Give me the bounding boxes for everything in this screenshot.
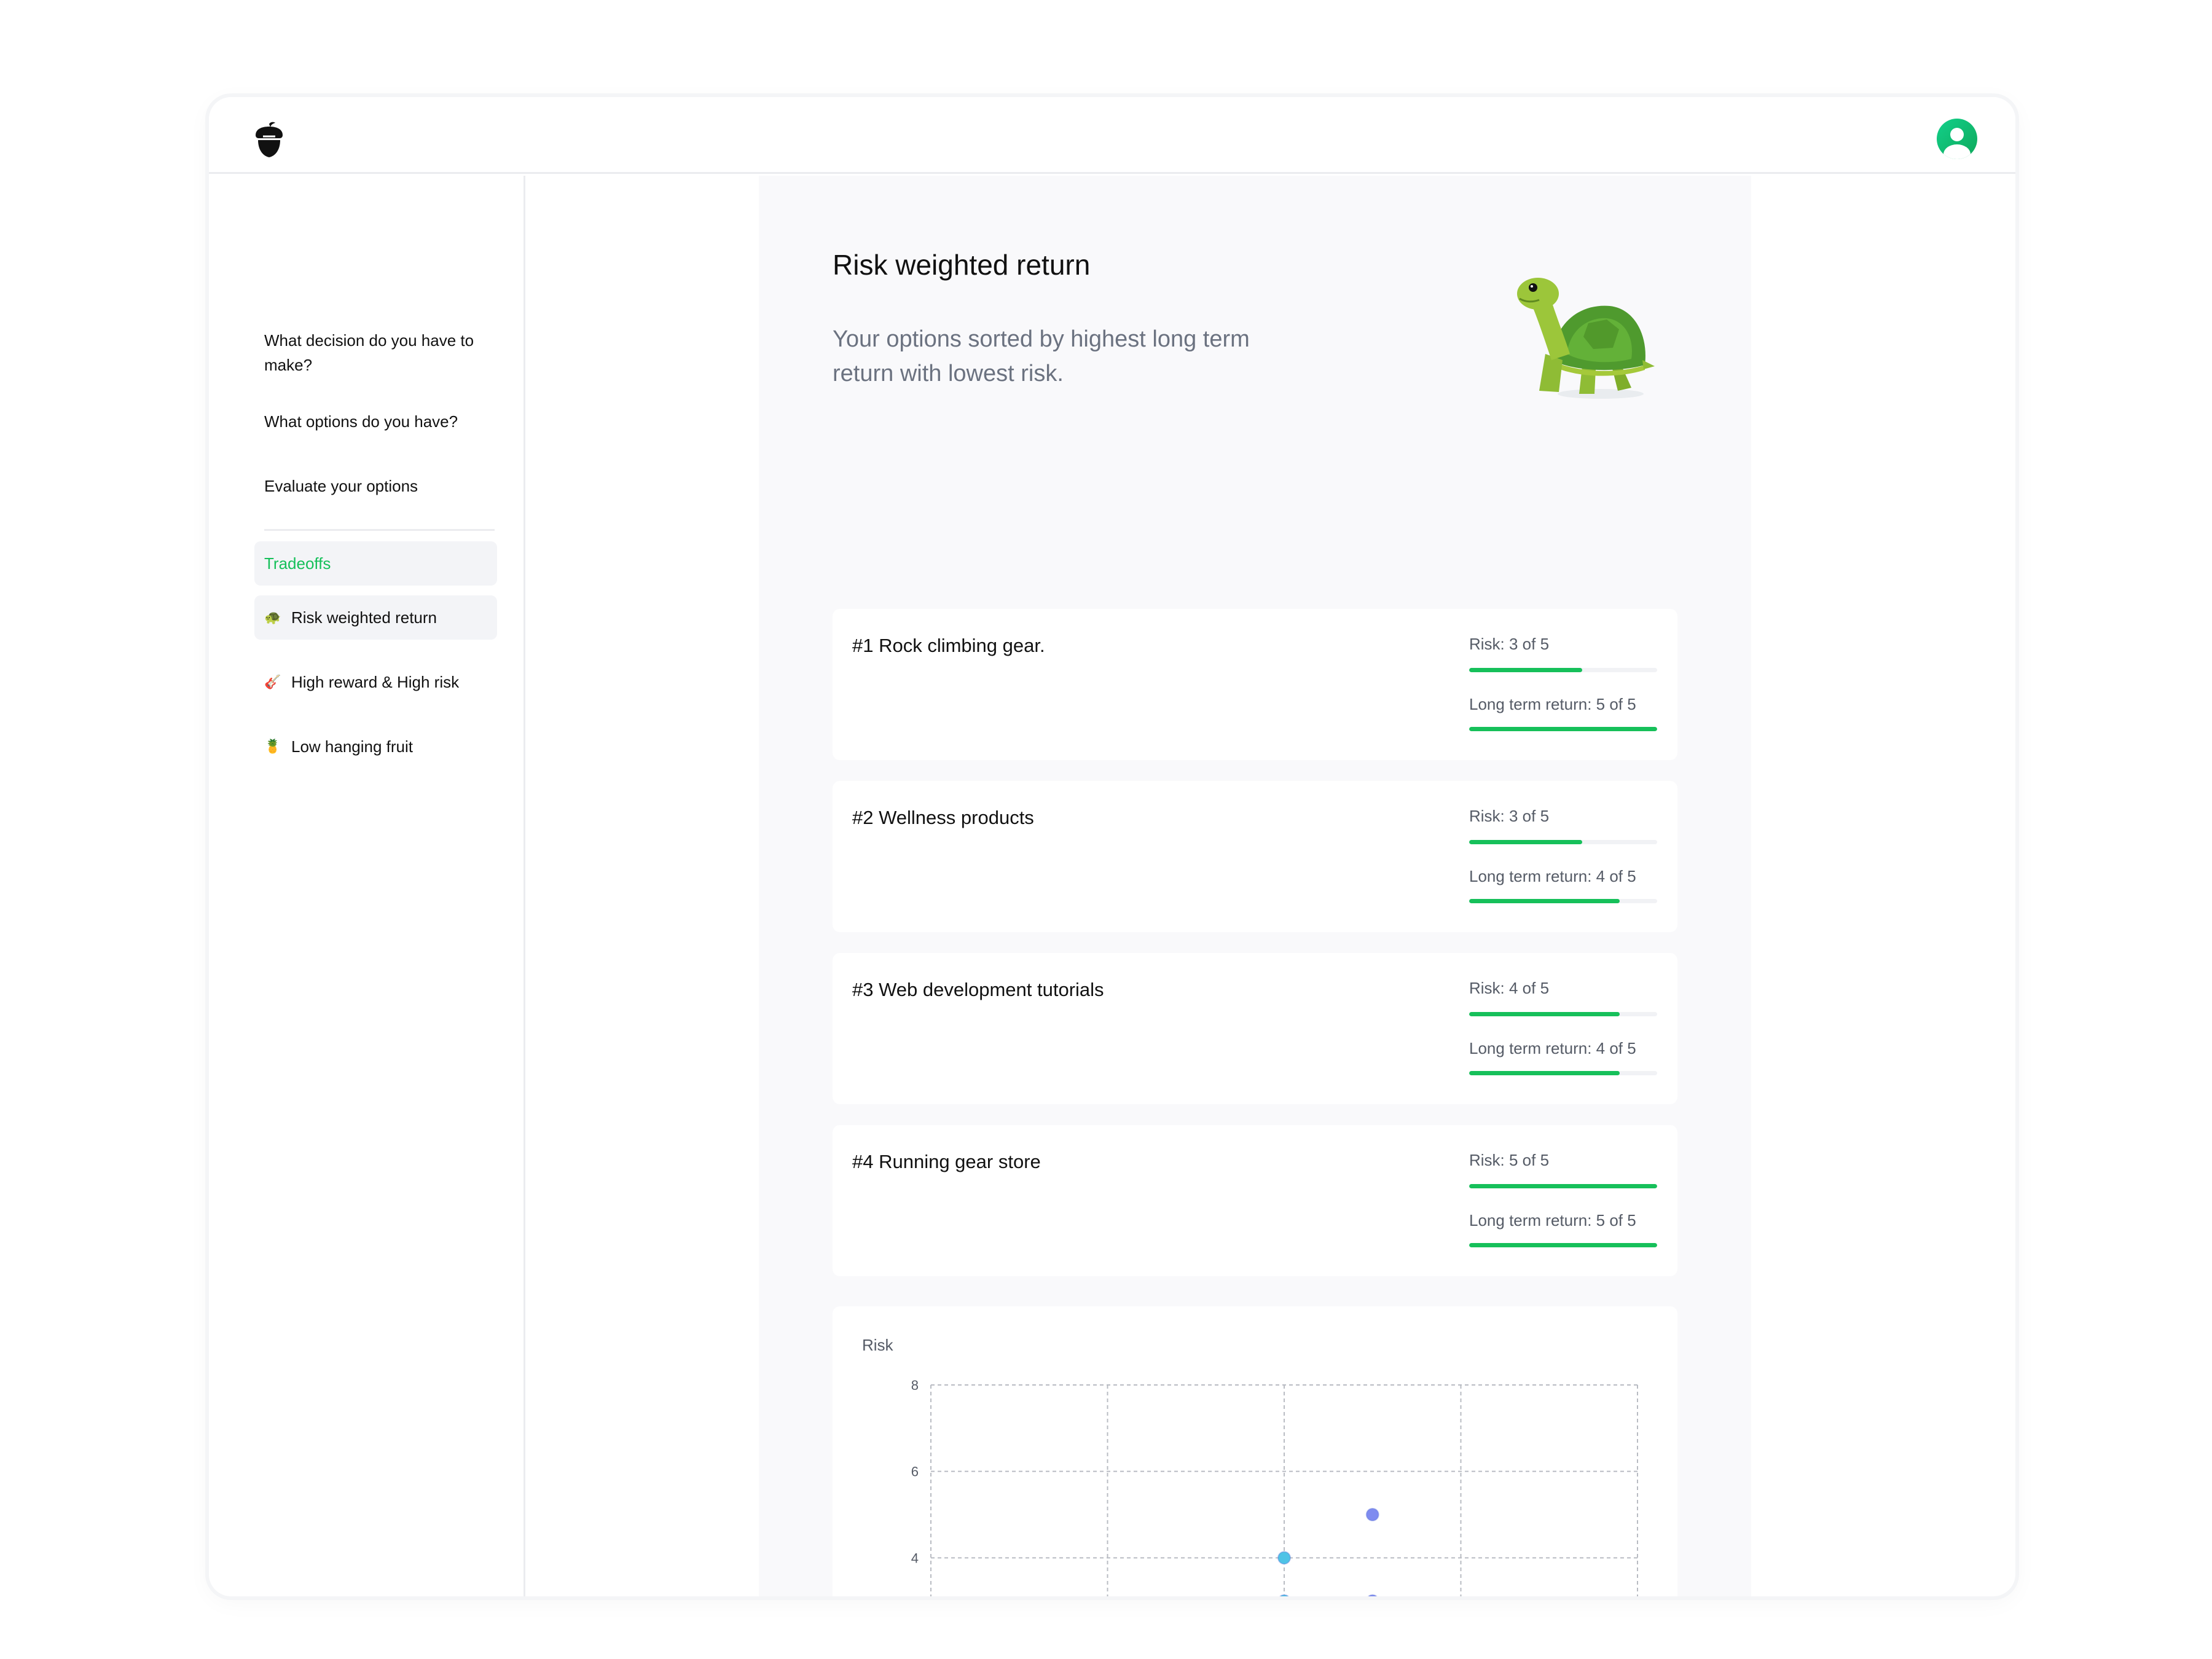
risk-label: Risk: 5 of 5: [1469, 1151, 1550, 1169]
return-label: Long term return: 5 of 5: [1469, 1211, 1636, 1230]
pineapple-icon: 🍍: [264, 739, 281, 754]
risk-bar: [1469, 668, 1657, 672]
risk-label: Risk: 3 of 5: [1469, 807, 1550, 825]
user-avatar-icon[interactable]: [1937, 119, 1977, 159]
option-card[interactable]: #2 Wellness products Risk: 3 of 5 Long t…: [833, 781, 1677, 932]
risk-bar-fill: [1469, 668, 1582, 672]
nav-step-decision[interactable]: What decision do you have to make?: [264, 328, 498, 377]
return-bar-fill: [1469, 899, 1620, 903]
return-label: Long term return: 4 of 5: [1469, 1039, 1636, 1057]
risk-bar-fill: [1469, 1012, 1620, 1016]
return-bar: [1469, 727, 1657, 731]
return-bar: [1469, 899, 1657, 903]
y-tick-label: 4: [911, 1550, 919, 1566]
sidebar-item-high-reward-high-risk[interactable]: 🎸 High reward & High risk: [254, 660, 497, 704]
scatter-point: [1279, 1594, 1289, 1596]
risk-bar: [1469, 840, 1657, 844]
return-label: Long term return: 5 of 5: [1469, 695, 1636, 713]
option-title: #1 Rock climbing gear.: [852, 635, 1045, 656]
risk-label: Risk: 4 of 5: [1469, 979, 1550, 997]
return-bar: [1469, 1071, 1657, 1075]
risk-bar: [1469, 1184, 1657, 1188]
risk-bar-fill: [1469, 840, 1582, 844]
nav-step-options[interactable]: What options do you have?: [264, 409, 498, 434]
tradeoffs-label: Tradeoffs: [264, 554, 331, 573]
main-panel: Risk weighted return Your options sorted…: [759, 176, 1751, 1596]
sidebar-item-tradeoffs[interactable]: Tradeoffs: [254, 541, 497, 586]
risk-bar: [1469, 1012, 1657, 1016]
turtle-icon: [1517, 278, 1655, 399]
return-label: Long term return: 4 of 5: [1469, 867, 1636, 885]
scatter-point: [1365, 1508, 1379, 1521]
y-tick-label: 6: [911, 1464, 919, 1480]
sidebar-item-label: Risk weighted return: [291, 608, 437, 627]
page-subtitle: Your options sorted by highest long term…: [833, 326, 1250, 386]
return-bar: [1469, 1243, 1657, 1247]
option-card[interactable]: #3 Web development tutorials Risk: 4 of …: [833, 953, 1677, 1104]
option-title: #2 Wellness products: [852, 807, 1034, 828]
return-bar-fill: [1469, 1071, 1620, 1075]
risk-scatter-chart: 8642: [911, 1378, 1638, 1596]
risk-bar-fill: [1469, 1184, 1657, 1188]
return-bar-fill: [1469, 727, 1657, 731]
return-bar-fill: [1469, 1243, 1657, 1247]
risk-chart-card: Risk 8642: [833, 1306, 1677, 1596]
app-window: What decision do you have to make? What …: [209, 97, 2015, 1596]
acorn-logo-icon[interactable]: [252, 122, 286, 159]
sidebar-item-label: High reward & High risk: [291, 672, 460, 691]
sidebar-item-risk-weighted-return[interactable]: 🐢 Risk weighted return: [254, 595, 497, 640]
scatter-point: [1367, 1594, 1378, 1596]
top-bar: [209, 97, 2015, 174]
y-tick-label: 8: [911, 1378, 919, 1393]
turtle-icon: 🐢: [264, 610, 281, 625]
option-card[interactable]: #1 Rock climbing gear. Risk: 3 of 5 Long…: [833, 609, 1677, 760]
risk-label: Risk: 3 of 5: [1469, 635, 1550, 653]
sidebar-item-low-hanging-fruit[interactable]: 🍍 Low hanging fruit: [254, 724, 497, 769]
page-title: Risk weighted return: [833, 249, 1091, 281]
scatter-point: [1277, 1551, 1291, 1565]
option-title: #4 Running gear store: [852, 1151, 1041, 1172]
sidebar-divider: [264, 529, 495, 531]
option-title: #3 Web development tutorials: [852, 979, 1104, 1000]
sidebar-item-label: Low hanging fruit: [291, 737, 414, 756]
option-card[interactable]: #4 Running gear store Risk: 5 of 5 Long …: [833, 1125, 1677, 1276]
nav-step-evaluate[interactable]: Evaluate your options: [264, 474, 498, 498]
sidebar: What decision do you have to make? What …: [209, 176, 525, 1596]
guitar-icon: 🎸: [264, 674, 281, 689]
